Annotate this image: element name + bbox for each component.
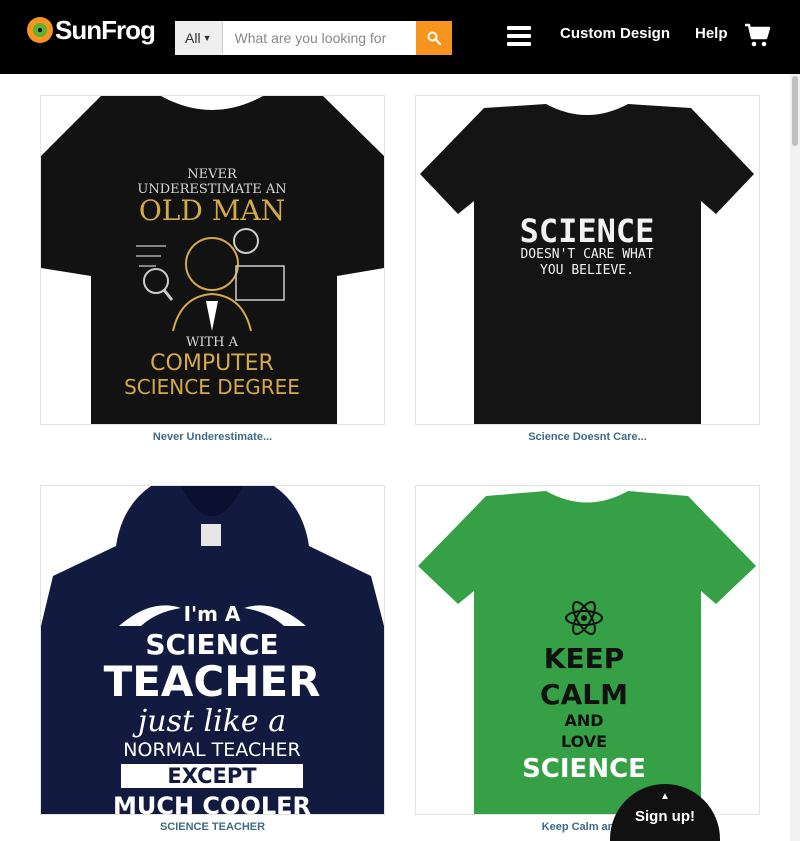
search-input[interactable] [222,21,416,55]
signup-tab-button[interactable]: ▲ Sign up! [610,784,720,841]
help-link[interactable]: Help [695,25,728,42]
product-image[interactable]: KEEP CALM AND LOVE SCIENCE [415,485,760,815]
page-scrollbar[interactable] [790,74,800,841]
print-line: MUCH COOLER [113,792,311,814]
print-line: EXCEPT [167,764,257,788]
print-line: just like a [132,704,286,739]
print-line: SCIENCE DEGREE [124,375,300,399]
product-card[interactable]: KEEP CALM AND LOVE SCIENCE Keep Calm and… [415,485,760,833]
frog-logo-icon [27,17,53,43]
print-line: SCIENCE [520,212,655,250]
product-card[interactable]: I'm A SCIENCE TEACHER just like a NORMAL… [40,485,385,833]
brand-name: SunFrog [55,14,156,45]
scrollbar-thumb[interactable] [792,76,798,146]
product-title[interactable]: SCIENCE TEACHER [40,821,385,833]
product-card[interactable]: NEVER UNDERESTIMATE AN OLD MAN WITH A CO… [40,95,385,443]
caret-down-icon: ▼ [202,33,212,43]
print-line: YOU BELIEVE. [540,263,634,278]
search-category-dropdown[interactable]: All ▼ [175,21,223,55]
product-title[interactable]: Science Doesnt Care... [415,431,760,443]
print-line: COMPUTER [150,351,274,376]
print-line: AND [564,711,603,730]
hamburger-menu-icon[interactable] [507,26,531,46]
chevron-up-icon: ▲ [660,791,670,802]
product-card[interactable]: SCIENCE DOESN'T CARE WHAT YOU BELIEVE. S… [415,95,760,443]
product-image[interactable]: SCIENCE DOESN'T CARE WHAT YOU BELIEVE. [415,95,760,425]
print-line: OLD MAN [139,194,285,227]
cart-icon[interactable] [744,22,771,53]
search-icon [427,31,441,45]
search-category-label: All [185,30,201,46]
print-line: NEVER [187,167,238,182]
product-image[interactable]: I'm A SCIENCE TEACHER just like a NORMAL… [40,485,385,815]
product-title[interactable]: Never Underestimate... [40,431,385,443]
search-button[interactable] [415,21,452,55]
print-line: WITH A [186,335,239,350]
print-line: KEEP [544,642,624,675]
print-line: SCIENCE [522,754,646,784]
product-image[interactable]: NEVER UNDERESTIMATE AN OLD MAN WITH A CO… [40,95,385,425]
print-line: CALM [540,678,628,711]
print-line: I'm A [184,602,241,626]
print-line: DOESN'T CARE WHAT [520,247,653,262]
signup-label: Sign up! [635,808,695,825]
sunfrog-logo[interactable]: SunFrog [27,14,156,46]
top-navbar: SunFrog All ▼ Custom Design Help [0,0,800,74]
search-bar: All ▼ [175,21,452,55]
print-line: LOVE [561,732,607,751]
print-line: TEACHER [104,657,321,706]
print-line: NORMAL TEACHER [123,739,300,761]
custom-design-link[interactable]: Custom Design [560,25,670,42]
